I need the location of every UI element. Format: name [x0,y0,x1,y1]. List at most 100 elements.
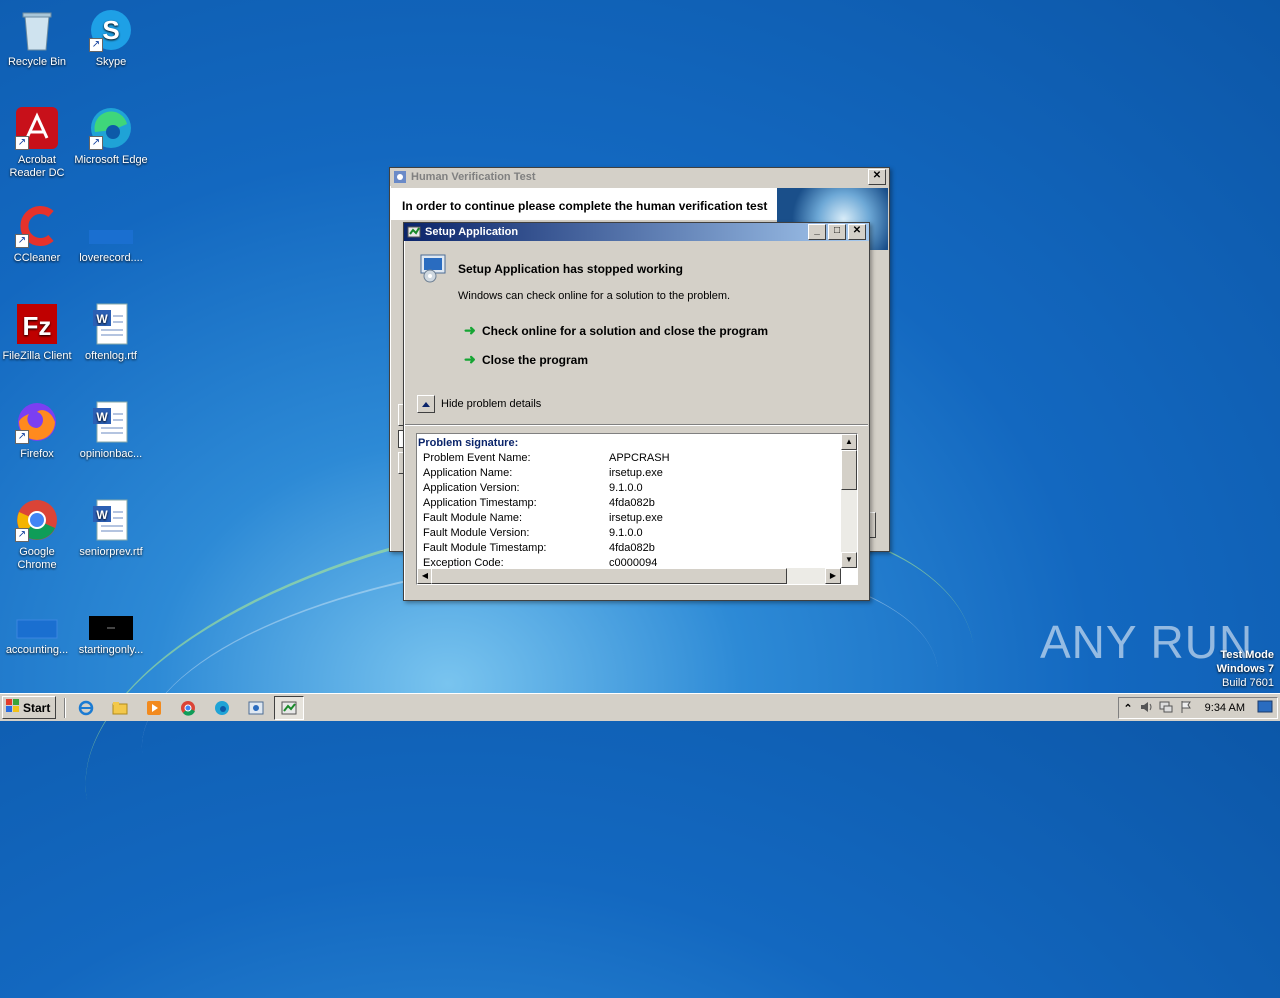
close-program-label: Close the program [482,352,589,367]
desktop-icon-acrobat[interactable]: ↗ Acrobat Reader DC [0,106,74,180]
desktop-icon-accounting[interactable]: accounting... [0,596,74,657]
details-value: 4fda082b [609,497,655,509]
edge-icon[interactable] [210,697,234,719]
desktop-icon-label: accounting... [5,644,69,656]
desktop-icon-label: Acrobat Reader DC [9,154,65,179]
scroll-right-button[interactable]: ▶ [825,568,841,584]
details-row: Application Timestamp: 4fda082b [417,496,857,511]
desktop-icon-recycle-bin[interactable]: Recycle Bin [0,8,74,69]
media-player-icon[interactable] [142,697,166,719]
desktop-icon-filezilla[interactable]: Fz FileZilla Client [0,302,74,363]
problem-details-box[interactable]: Problem signature: Problem Event Name: AP… [416,433,858,585]
details-row: Fault Module Name: irsetup.exe [417,511,857,526]
chrome-icon[interactable] [176,697,200,719]
vertical-scrollbar[interactable]: ▲ ▼ [841,434,857,568]
desktop-icon-label: Google Chrome [17,546,57,571]
desktop-icon-ccleaner[interactable]: ↗ CCleaner [0,204,74,265]
details-row: Problem Event Name: APPCRASH [417,451,857,466]
desktop-icon-startingonly[interactable]: startingonly... [74,596,148,657]
setup-icon[interactable] [244,697,268,719]
start-button[interactable]: Start [2,696,57,719]
chevron-up-icon[interactable] [417,395,435,413]
hv-titlebar[interactable]: Human Verification Test ✕ [390,168,889,186]
word-doc-icon: W [89,302,133,346]
desktop-icon-label: seniorprev.rtf [79,546,143,558]
skype-icon: S ↗ [89,8,133,52]
crash-dialog[interactable]: Setup Application _ □ ✕ Setup Applicatio… [403,222,870,601]
svg-text:S: S [102,15,119,45]
desktop-icon-label: Microsoft Edge [74,154,148,166]
hv-title: Human Verification Test [411,171,536,183]
scroll-up-button[interactable]: ▲ [841,434,857,450]
desktop-icon-firefox[interactable]: ↗ Firefox [0,400,74,461]
volume-icon[interactable] [1139,700,1153,717]
crash-titlebar[interactable]: Setup Application _ □ ✕ [404,223,869,241]
close-program-option[interactable]: ➜ Close the program [464,351,588,368]
minimize-icon: _ [814,225,820,236]
desktop-icon-opinionbac[interactable]: W opinionbac... [74,400,148,461]
show-hidden-icons-icon[interactable]: ⌃ [1123,702,1132,715]
desktop-icon-loverecord[interactable]: loverecord.... [74,204,148,265]
desktop-icon-label: CCleaner [13,252,61,264]
network-icon[interactable] [1159,700,1173,717]
details-value: 4fda082b [609,542,655,554]
desktop-icon-edge[interactable]: ↗ Microsoft Edge [74,106,148,167]
shortcut-arrow-icon: ↗ [89,136,103,150]
check-online-option[interactable]: ➜ Check online for a solution and close … [464,322,768,339]
hv-heading: In order to continue please complete the… [402,199,768,213]
horizontal-scrollbar[interactable]: ◀ ▶ [417,568,841,584]
details-row: Fault Module Version: 9.1.0.0 [417,526,857,541]
test-mode-watermark: Test Mode Windows 7 Build 7601 [1217,648,1274,690]
build-label: Build 7601 [1222,677,1274,689]
crash-dialog-icon[interactable] [274,695,305,720]
maximize-button[interactable]: □ [828,224,846,240]
desktop-icon-label: startingonly... [78,644,144,656]
problem-signature-header: Problem signature: [418,437,519,449]
shortcut-arrow-icon: ↗ [15,136,29,150]
ccleaner-icon: ↗ [15,204,59,248]
filezilla-icon: Fz [15,302,59,346]
desktop-icon-seniorprev[interactable]: W seniorprev.rtf [74,498,148,559]
toggle-details[interactable]: Hide problem details [417,395,541,413]
details-value: 9.1.0.0 [609,527,643,539]
os-label: Windows 7 [1216,663,1274,675]
details-key: Application Timestamp: [423,497,537,509]
close-icon: ✕ [852,225,862,236]
desktop-icon-label: Firefox [20,448,54,460]
desktop-icon-skype[interactable]: S ↗ Skype [74,8,148,69]
details-value: irsetup.exe [609,467,663,479]
acrobat-icon: ↗ [15,106,59,150]
desktop-icon-label: Skype [95,56,127,68]
desktop-icon-label: loverecord.... [79,252,143,264]
divider [405,424,868,426]
close-button[interactable]: ✕ [848,224,866,240]
crash-subtext: Windows can check online for a solution … [458,290,731,302]
scroll-thumb[interactable] [841,450,857,490]
recycle-bin-icon [15,8,59,52]
test-mode-label: Test Mode [1220,649,1274,661]
ie-icon[interactable] [74,697,98,719]
show-desktop-icon[interactable] [1257,700,1273,717]
setup-app-icon [407,225,421,239]
details-key: Fault Module Timestamp: [423,542,547,554]
firefox-icon: ↗ [15,400,59,444]
action-center-flag-icon[interactable] [1179,700,1193,717]
close-button[interactable]: ✕ [868,169,886,185]
edge-icon: ↗ [89,106,133,150]
desktop-icon-oftenlog[interactable]: W oftenlog.rtf [74,302,148,363]
desktop-icon-chrome[interactable]: ↗ Google Chrome [0,498,74,572]
minimize-button[interactable]: _ [808,224,826,240]
system-tray: ⌃ 9:34 AM [1118,697,1278,719]
hscroll-thumb[interactable] [431,568,787,584]
close-icon: ✕ [872,170,882,181]
scroll-down-button[interactable]: ▼ [841,552,857,568]
details-value: APPCRASH [609,452,670,464]
check-online-label: Check online for a solution and close th… [482,323,769,338]
explorer-icon[interactable] [108,697,132,719]
app-icon [393,170,407,184]
svg-text:W: W [96,508,108,522]
details-key: Application Version: [423,482,520,494]
details-value: 9.1.0.0 [609,482,643,494]
clock[interactable]: 9:34 AM [1205,702,1245,714]
chrome-icon: ↗ [15,498,59,542]
